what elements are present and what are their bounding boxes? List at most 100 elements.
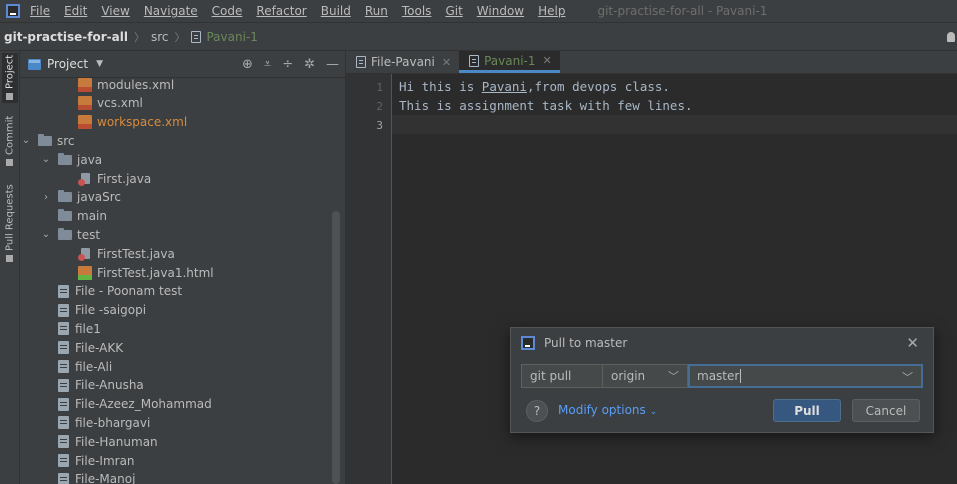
chevron-down-icon[interactable]: ⌄	[40, 154, 52, 165]
commit-tool-button[interactable]: Commit	[2, 113, 18, 169]
folder-icon	[58, 190, 72, 203]
html-file-icon	[78, 265, 92, 280]
code-line-2[interactable]: This is assignment task with few lines.	[399, 98, 693, 113]
tree-item[interactable]: ⌄ java	[40, 150, 102, 169]
text-file-icon	[58, 360, 69, 373]
breadcrumb-project[interactable]: git-practise-for-all	[4, 30, 128, 44]
tree-item[interactable]: File-Hanuman	[58, 432, 158, 451]
project-view-icon	[28, 58, 41, 70]
chevron-down-icon[interactable]: ⌄	[40, 229, 52, 240]
menu-view[interactable]: View	[101, 4, 129, 18]
remote-select[interactable]: origin ﹀	[602, 364, 688, 388]
menu-run[interactable]: Run	[365, 4, 388, 18]
menu-tools[interactable]: Tools	[402, 4, 432, 18]
text-file-icon	[58, 322, 69, 336]
chevron-down-icon: ﹀	[668, 370, 679, 383]
menu-code[interactable]: Code	[212, 4, 243, 18]
commit-icon	[6, 159, 14, 166]
branch-value: master	[697, 369, 740, 383]
expand-all-icon[interactable]: ⩡	[264, 57, 271, 72]
breadcrumb-file[interactable]: Pavani-1	[206, 30, 257, 44]
text-file-icon	[58, 435, 69, 449]
tree-item[interactable]: file-bhargavi	[58, 413, 150, 432]
intellij-logo-icon	[6, 4, 20, 18]
remote-value: origin	[611, 369, 646, 383]
menu-edit[interactable]: Edit	[64, 4, 87, 18]
tree-item[interactable]: File-Imran	[58, 451, 135, 470]
cancel-button[interactable]: Cancel	[852, 399, 920, 422]
tree-item-label: file-Ali	[75, 359, 113, 374]
gear-icon[interactable]: ✲	[304, 57, 315, 72]
chevron-down-icon[interactable]: ▼	[96, 59, 103, 69]
tree-item[interactable]: file1	[58, 319, 101, 338]
pull-requests-tool-button[interactable]: Pull Requests	[2, 179, 18, 265]
tree-item[interactable]: workspace.xml	[78, 113, 187, 132]
close-icon[interactable]: ✕	[543, 54, 552, 67]
tree-item[interactable]: First.java	[78, 169, 151, 188]
dialog-title: Pull to master	[544, 336, 628, 350]
tree-item[interactable]: ⌄ src	[20, 131, 75, 150]
folder-icon	[58, 209, 72, 222]
tree-item[interactable]: FirstTest.java1.html	[78, 263, 214, 282]
menu-refactor[interactable]: Refactor	[256, 4, 306, 18]
scrollbar-thumb[interactable]	[332, 211, 340, 484]
project-tool-button[interactable]: Project	[2, 53, 18, 103]
user-icon[interactable]	[947, 31, 955, 42]
tree-item[interactable]: main	[58, 207, 107, 226]
tree-item-label: File-Manoj	[75, 472, 136, 484]
breadcrumb-folder[interactable]: src	[151, 30, 169, 44]
tree-item-label: src	[57, 133, 75, 148]
tree-item[interactable]: modules.xml	[78, 78, 174, 94]
menu-window[interactable]: Window	[477, 4, 524, 18]
help-label: ?	[533, 404, 541, 418]
modify-options-link[interactable]: Modify options ⌄	[558, 403, 657, 417]
help-button[interactable]: ?	[526, 400, 548, 422]
close-icon[interactable]: ✕	[442, 56, 451, 69]
tree-item-label: vcs.xml	[97, 96, 143, 111]
close-icon[interactable]: ✕	[906, 334, 919, 352]
project-panel-title[interactable]: Project	[47, 57, 88, 71]
tree-item-label: FirstTest.java1.html	[97, 265, 214, 280]
window-title: git-practise-for-all - Pavani-1	[597, 4, 768, 18]
tree-item-label: File-Anusha	[75, 378, 144, 393]
tree-item[interactable]: FirstTest.java	[78, 244, 175, 263]
code-text: ,from devops class.	[526, 79, 670, 94]
tree-item[interactable]: File-AKK	[58, 338, 123, 357]
chevron-down-icon: ⌄	[649, 407, 658, 417]
tree-item[interactable]: File - Poonam test	[58, 282, 182, 301]
locate-icon[interactable]: ⊕	[242, 57, 253, 72]
tree-item[interactable]: › javaSrc	[40, 188, 121, 207]
branch-select[interactable]: master ﹀	[688, 364, 923, 388]
menu-git[interactable]: Git	[445, 4, 462, 18]
tree-item[interactable]: File-Manoj	[58, 470, 135, 484]
project-tool-label: Project	[4, 54, 16, 89]
tree-item-label: test	[77, 227, 101, 242]
tree-item[interactable]: File-Anusha	[58, 376, 144, 395]
git-command-label: git pull	[530, 369, 572, 383]
tree-item[interactable]: vcs.xml	[78, 94, 143, 113]
collapse-all-icon[interactable]: ÷	[282, 57, 293, 72]
text-file-icon	[356, 56, 366, 68]
tree-item[interactable]: ⌄ test	[40, 225, 100, 244]
chevron-down-icon[interactable]: ⌄	[20, 135, 32, 146]
tree-item[interactable]: File-Azeez_Mohammad	[58, 395, 212, 414]
hide-icon[interactable]: —	[326, 57, 339, 72]
menu-help[interactable]: Help	[538, 4, 565, 18]
tree-item-label: File-Imran	[75, 453, 135, 468]
tree-item-label: modules.xml	[97, 78, 175, 92]
code-text: Hi this is	[399, 79, 482, 94]
code-line-1[interactable]: Hi this is Pavani,from devops class.	[399, 79, 670, 94]
menu-build[interactable]: Build	[321, 4, 351, 18]
pull-button[interactable]: Pull	[773, 399, 841, 422]
tree-item-label: First.java	[97, 171, 152, 186]
tab-pavani-1[interactable]: Pavani-1 ✕	[459, 51, 560, 73]
menu-file[interactable]: File	[30, 4, 50, 18]
text-file-icon	[58, 416, 69, 430]
tree-item[interactable]: File -saigopi	[58, 301, 146, 320]
tab-file-pavani[interactable]: File-Pavani ✕	[346, 51, 459, 73]
text-file-icon	[58, 454, 69, 467]
chevron-right-icon[interactable]: ›	[40, 192, 52, 203]
menu-navigate[interactable]: Navigate	[144, 4, 198, 18]
tree-item[interactable]: file-Ali	[58, 357, 112, 376]
project-panel-header: Project ▼ ⊕ ⩡ ÷ ✲ —	[20, 51, 345, 78]
